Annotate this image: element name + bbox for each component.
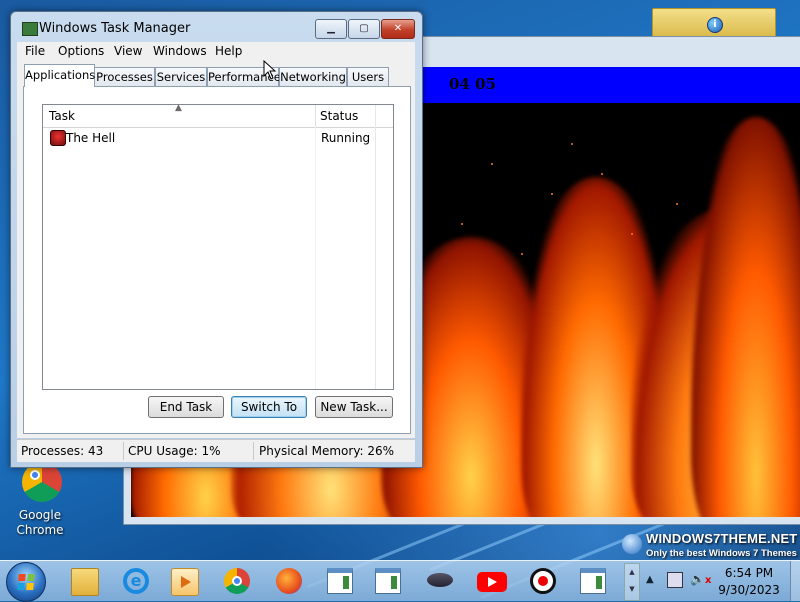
mouse-cursor-icon [263, 60, 277, 80]
status-cpu: CPU Usage: 1% [128, 444, 221, 458]
sort-arrow-icon: ▲ [175, 103, 182, 113]
clock-date[interactable]: 9/30/2023 [712, 583, 786, 597]
desktop-icon-label: Google Chrome [16, 508, 64, 537]
window-app-icon [375, 568, 401, 594]
window-app-icon [580, 568, 606, 594]
menu-options[interactable]: Options [58, 44, 104, 58]
tray-expand-icon[interactable]: ▲ [646, 574, 654, 585]
task-manager-icon [22, 22, 38, 36]
status-memory: Physical Memory: 26% [259, 444, 395, 458]
task-list[interactable]: ▲ Task Status The Hell Running [42, 103, 394, 390]
minimize-button[interactable]: ▁ [315, 19, 347, 39]
tab-applications[interactable]: Applications [24, 64, 95, 87]
watermark: WINDOWS7THEME.NET Only the best Windows … [618, 530, 800, 564]
menu-view[interactable]: View [114, 44, 142, 58]
taskbar-window-app[interactable] [571, 563, 615, 599]
status-processes: Processes: 43 [21, 444, 104, 458]
taskbar-youtube[interactable] [470, 563, 514, 599]
tab-services[interactable]: Services [155, 67, 207, 86]
clock-time[interactable]: 6:54 PM [718, 566, 780, 580]
task-name: The Hell [66, 131, 116, 145]
media-player-icon [171, 568, 199, 596]
taskbar-recorder[interactable] [521, 563, 565, 599]
menu-file[interactable]: File [25, 44, 45, 58]
menu-windows[interactable]: Windows [153, 44, 207, 58]
task-manager-body: Applications Processes Services Performa… [17, 62, 415, 438]
folder-icon [71, 568, 99, 596]
table-row[interactable]: The Hell Running [44, 128, 374, 148]
task-manager-window[interactable]: Windows Task Manager ▁ ▢ ✕ File Options … [10, 11, 423, 468]
taskbar-internet-explorer[interactable]: e [114, 563, 158, 599]
taskbar-chrome[interactable] [215, 563, 259, 599]
taskbar-firefox[interactable] [267, 563, 311, 599]
watermark-subtitle: Only the best Windows 7 Themes [646, 548, 797, 559]
column-header-task[interactable]: Task [49, 109, 75, 123]
desktop-icon-google-chrome[interactable]: Google Chrome [10, 460, 70, 538]
column-divider[interactable] [315, 105, 316, 127]
info-icon: i [707, 17, 723, 33]
new-task-button[interactable]: New Task... [315, 396, 393, 418]
end-task-button[interactable]: End Task [148, 396, 224, 418]
tab-users[interactable]: Users [347, 67, 389, 86]
switch-to-button[interactable]: Switch To [231, 396, 307, 418]
menu-bar: File Options View Windows Help [17, 42, 415, 62]
task-status: Running [321, 131, 371, 145]
close-button[interactable]: ✕ [381, 19, 415, 39]
ufo-game-icon [427, 573, 453, 587]
youtube-icon [477, 572, 507, 592]
taskbar-scroll-buttons[interactable]: ▲ ▼ [624, 563, 640, 601]
status-divider [123, 442, 124, 460]
volume-muted-icon[interactable]: 🔈x [690, 572, 711, 586]
start-button[interactable] [6, 562, 46, 602]
column-divider [375, 105, 376, 389]
column-header-status[interactable]: Status [320, 109, 358, 123]
taskbar-media-player[interactable] [162, 563, 206, 599]
windows-logo-icon [622, 534, 642, 554]
taskbar-folder[interactable] [62, 563, 106, 599]
record-icon [530, 568, 556, 594]
taskbar-window-app[interactable] [318, 563, 362, 599]
app-icon [50, 130, 66, 146]
taskbar: e ▲ ▼ ▲ 🔈x 6:54 PM 9/30/2023 [0, 560, 800, 602]
tab-networking[interactable]: Networking [279, 67, 347, 86]
taskbar-ufo-game[interactable] [418, 563, 462, 599]
tab-processes[interactable]: Processes [94, 67, 155, 86]
show-desktop-button[interactable] [790, 561, 800, 601]
taskbar-window-app[interactable] [366, 563, 410, 599]
maximize-button[interactable]: ▢ [348, 19, 380, 39]
column-divider [315, 127, 316, 389]
internet-explorer-icon: e [123, 568, 149, 594]
status-divider [253, 442, 254, 460]
applications-panel: ▲ Task Status The Hell Running [23, 86, 411, 434]
windows-flag-icon [17, 574, 35, 590]
status-bar: Processes: 43 CPU Usage: 1% Physical Mem… [17, 439, 415, 462]
watermark-title: WINDOWS7THEME.NET [646, 531, 798, 546]
window-title: Windows Task Manager [39, 21, 191, 36]
window-app-icon [327, 568, 353, 594]
firefox-icon [276, 568, 302, 594]
chrome-icon [224, 568, 250, 594]
network-icon[interactable] [667, 572, 683, 588]
menu-help[interactable]: Help [215, 44, 242, 58]
list-header: ▲ Task Status [43, 103, 393, 128]
